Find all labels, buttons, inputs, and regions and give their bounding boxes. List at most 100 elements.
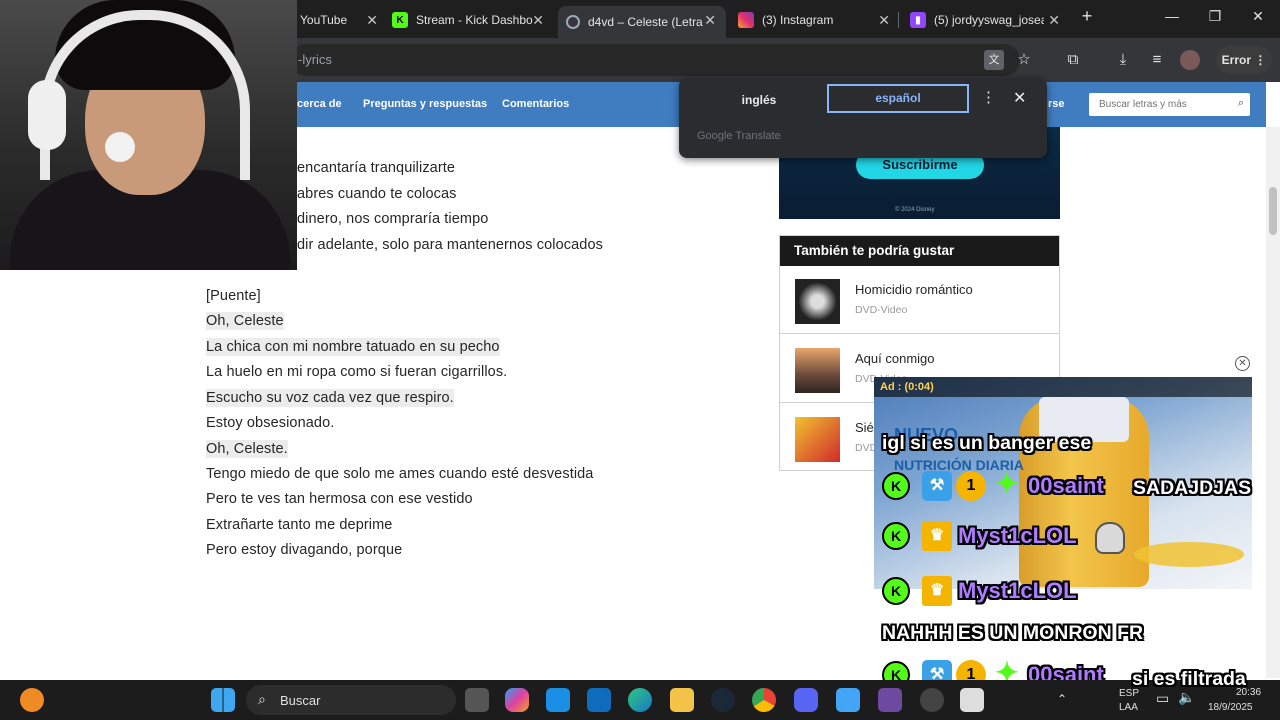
honey-splash-image [1134, 542, 1244, 567]
nav-link-about[interactable]: cerca de [297, 98, 342, 110]
chat-username: 00saint [1028, 473, 1104, 498]
related-title[interactable]: Aquí conmigo [855, 351, 935, 366]
taskbar-search[interactable]: ⌕ Buscar [246, 685, 456, 715]
settings-icon[interactable] [920, 688, 944, 712]
related-title[interactable]: Sié [855, 420, 874, 435]
lyric-line[interactable]: Oh, Celeste [206, 312, 284, 330]
kick-icon: K [392, 12, 408, 28]
nav-link-faq[interactable]: Preguntas y respuestas [363, 98, 487, 110]
album-thumbnail [795, 279, 840, 324]
capture-app-icon[interactable] [960, 688, 984, 712]
language-line2[interactable]: LAA [1119, 702, 1138, 713]
url-text: -lyrics [298, 52, 332, 67]
close-icon[interactable]: ✕ [366, 12, 378, 28]
month-badge-icon: 1 [956, 471, 986, 501]
ad-timer-label: Ad : (0:04) [874, 377, 1252, 397]
start-menu-icon[interactable] [211, 688, 235, 712]
task-view-icon[interactable] [465, 688, 489, 712]
error-label: Error [1221, 53, 1251, 67]
clock-date[interactable]: 18/9/2025 [1208, 702, 1253, 713]
copilot-icon[interactable] [505, 688, 529, 712]
tab-twitch[interactable]: ▮ (5) jordyyswag_josea ✕ [910, 6, 1060, 34]
profile-avatar-icon[interactable] [1180, 50, 1200, 70]
error-button[interactable]: Error ⋮ [1216, 46, 1272, 74]
search-icon[interactable]: ⌕ [1238, 97, 1244, 110]
minimize-button[interactable]: — [1160, 8, 1184, 24]
tab-title: d4vd – Celeste (Letra [588, 15, 703, 29]
volume-icon[interactable]: 🔈 [1178, 689, 1195, 706]
related-title[interactable]: Homicidio romántico [855, 282, 973, 297]
star-icon[interactable]: ☆ [1014, 50, 1034, 70]
close-ad-icon[interactable]: ✕ [1235, 356, 1250, 371]
tab-youtube[interactable]: YouTube ✕ [300, 6, 378, 34]
close-icon[interactable]: ✕ [1013, 88, 1026, 108]
edge-icon[interactable] [628, 688, 652, 712]
lyric-line: dir adelante, solo para mantenernos colo… [297, 237, 603, 253]
chat-message: SADAJDJAS [1133, 477, 1252, 499]
lyric-line[interactable]: Escucho su voz cada vez que respiro. [206, 389, 454, 407]
close-icon[interactable]: ✕ [532, 12, 544, 28]
page-scrollbar[interactable] [1266, 127, 1280, 678]
site-search-input[interactable] [1089, 93, 1219, 116]
app-icon[interactable] [878, 688, 902, 712]
widgets-icon[interactable] [20, 688, 44, 712]
close-icon[interactable]: ✕ [704, 12, 716, 28]
lyric-line[interactable]: La huelo en mi ropa como si fueran cigar… [206, 364, 507, 380]
chat-username: Myst1cLOL [958, 523, 1077, 548]
lyric-line[interactable]: La chica con mi nombre tatuado en su pec… [206, 338, 500, 356]
discord-icon[interactable] [794, 688, 818, 712]
related-item[interactable]: Homicidio romántico DVD-Video [780, 266, 1059, 334]
outlook-icon[interactable] [587, 688, 611, 712]
notepad-icon[interactable] [836, 688, 860, 712]
twitch-icon: ▮ [910, 12, 926, 28]
tab-instagram[interactable]: (3) Instagram ✕ [738, 6, 890, 34]
address-bar[interactable]: -lyrics 文 ☆ [290, 44, 1031, 76]
new-tab-button[interactable]: + [1075, 6, 1099, 27]
close-icon[interactable]: ✕ [878, 12, 890, 28]
kick-badge-icon: K [882, 472, 910, 500]
tab-title: (3) Instagram [762, 13, 834, 27]
tab-separator [898, 12, 899, 28]
source-language-button[interactable]: inglés [719, 90, 799, 110]
close-icon[interactable]: ✕ [1048, 12, 1060, 28]
nav-link-comments[interactable]: Comentarios [502, 98, 569, 110]
translate-popup: inglés español ⋮ ✕ Google Translate [679, 78, 1047, 158]
chevron-up-icon[interactable]: ⌃ [1057, 692, 1067, 706]
extensions-icon[interactable]: ⧉ [1063, 50, 1083, 70]
download-icon[interactable]: ⤓ [1113, 50, 1133, 70]
lyric-line[interactable]: Pero te ves tan hermosa con ese vestido [206, 491, 473, 507]
store-icon[interactable] [546, 688, 570, 712]
translate-icon[interactable]: 文 [984, 50, 1004, 70]
album-thumbnail [795, 348, 840, 393]
chat-message: si es filtrada [1132, 668, 1246, 690]
more-options-icon[interactable]: ⋮ [981, 88, 996, 106]
media-control-icon[interactable]: ≡ [1147, 50, 1167, 70]
lyric-line[interactable]: Tengo miedo de que solo me ames cuando e… [206, 466, 593, 482]
scrollbar-thumb[interactable] [1269, 187, 1277, 235]
lyrics-site-icon [566, 15, 580, 29]
file-explorer-icon[interactable] [670, 688, 694, 712]
related-subtitle: DVD-Video [855, 304, 908, 316]
nav-link-more[interactable]: rse [1048, 98, 1065, 110]
target-language-button[interactable]: español [827, 84, 969, 113]
close-window-button[interactable]: ✕ [1246, 8, 1270, 25]
search-icon: ⌕ [258, 691, 266, 707]
ad-copyright: © 2024 Disney [895, 207, 935, 213]
lyric-line[interactable]: Estoy obsesionado. [206, 415, 334, 431]
tab-kick-dashboard[interactable]: K Stream - Kick Dashbo ✕ [392, 6, 544, 34]
crown-badge-icon: ♛ [922, 576, 952, 606]
chrome-icon[interactable] [752, 688, 776, 712]
tab-title: Stream - Kick Dashbo [416, 13, 533, 27]
site-search[interactable]: ⌕ [1089, 93, 1250, 116]
lyric-line: dinero, nos compraría tiempo [297, 211, 489, 227]
steam-icon[interactable] [711, 688, 735, 712]
tab-title: (5) jordyyswag_josea [934, 13, 1044, 27]
lyric-line[interactable]: Extrañarte tanto me deprime [206, 517, 392, 533]
network-icon[interactable]: ▭ [1156, 690, 1169, 707]
sparkle-badge-icon: ✦ [995, 468, 1019, 499]
restore-button[interactable]: ❐ [1203, 8, 1227, 25]
lyric-line[interactable]: Pero estoy divagando, porque [206, 542, 402, 558]
lyric-line[interactable]: Oh, Celeste. [206, 440, 288, 458]
search-label: Buscar [280, 693, 321, 708]
tab-celeste-lyrics[interactable]: d4vd – Celeste (Letra ✕ [558, 6, 726, 38]
